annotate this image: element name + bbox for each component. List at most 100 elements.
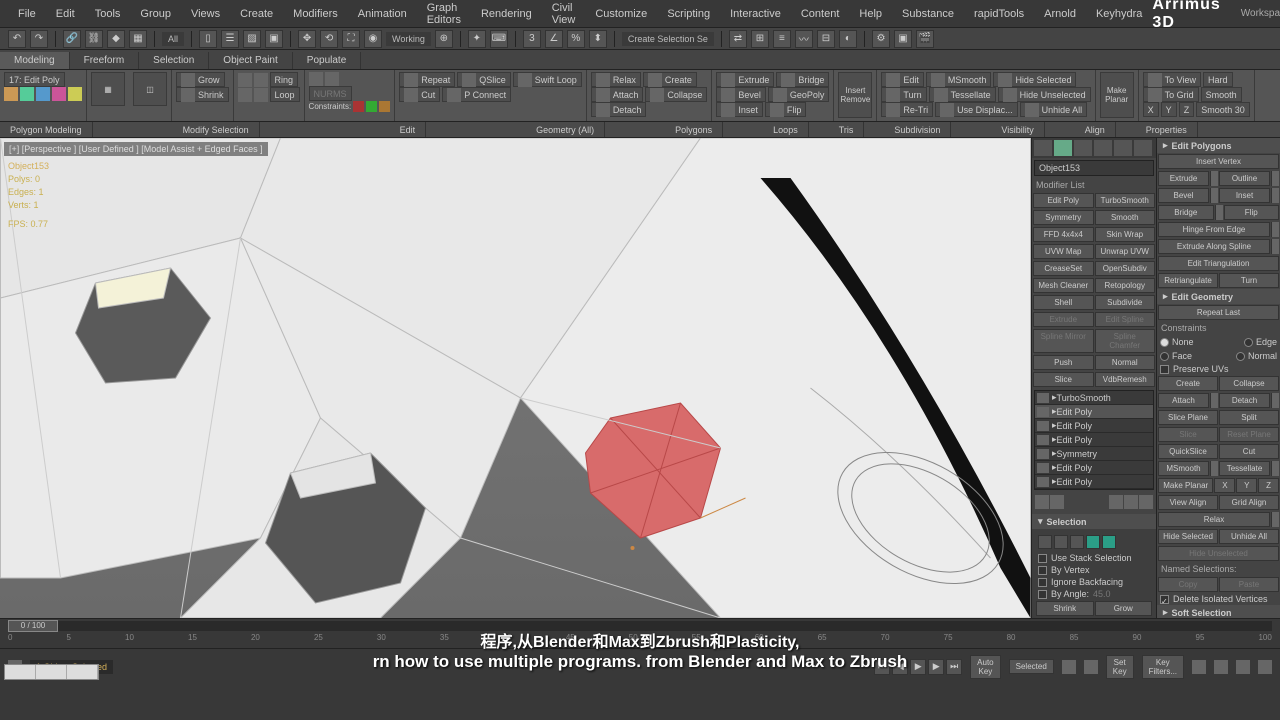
footer-properties[interactable]: Properties	[1136, 122, 1198, 137]
loop-button[interactable]: Loop	[270, 87, 300, 102]
hinge-button[interactable]: Hinge From Edge	[1158, 222, 1270, 237]
menu-help[interactable]: Help	[849, 4, 892, 24]
mb-symmetry[interactable]: Symmetry	[1033, 210, 1094, 225]
radio-face[interactable]	[1160, 352, 1169, 361]
mb-turbosmooth[interactable]: TurboSmooth	[1095, 193, 1156, 208]
qslice-button[interactable]: QSlice	[457, 72, 511, 87]
sel-edge-icon[interactable]	[1054, 535, 1068, 549]
footer-subdivision[interactable]: Subdivision	[884, 122, 951, 137]
nav-icon4[interactable]	[1258, 660, 1272, 674]
quickslice-button[interactable]: QuickSlice	[1158, 444, 1218, 459]
mb-push[interactable]: Push	[1033, 355, 1094, 370]
editpoly-dropdown[interactable]: 17: Edit Poly	[4, 72, 65, 87]
shrink-button[interactable]: Shrink	[176, 87, 229, 102]
to-grid-button[interactable]: To Grid	[1143, 87, 1199, 102]
eye-icon[interactable]	[1037, 449, 1049, 459]
mirror-button[interactable]: ⇄	[729, 30, 747, 48]
rotate-button[interactable]: ⟲	[320, 30, 338, 48]
menu-interactive[interactable]: Interactive	[720, 4, 791, 24]
radio-none[interactable]	[1160, 338, 1169, 347]
mb-creaseset[interactable]: CreaseSet	[1033, 261, 1094, 276]
preview-button[interactable]: ▦	[91, 72, 125, 106]
menu-create[interactable]: Create	[230, 4, 283, 24]
auto-key-button[interactable]: Auto Key	[970, 655, 1000, 679]
eg-detach-button[interactable]: Detach	[1219, 393, 1270, 408]
stack-editpoly4[interactable]: ▸ Edit Poly	[1035, 461, 1153, 475]
sel-border-icon[interactable]	[1070, 535, 1084, 549]
grow-button[interactable]: Grow	[176, 72, 225, 87]
hide-selected-button[interactable]: Hide Selected	[993, 72, 1076, 87]
geopoly-button[interactable]: GeoPoly	[768, 87, 830, 102]
remove-modifier-icon[interactable]	[1124, 495, 1138, 509]
ep-flip-button[interactable]: Flip	[1224, 205, 1280, 220]
footer-visibility[interactable]: Visibility	[991, 122, 1044, 137]
menu-rendering[interactable]: Rendering	[471, 4, 542, 24]
nurms-button[interactable]: NURMS	[309, 86, 352, 101]
eye-icon[interactable]	[1037, 477, 1049, 487]
ep-inset-button[interactable]: Inset	[1219, 188, 1270, 203]
eye-icon[interactable]	[1037, 463, 1049, 473]
mb-slice[interactable]: Slice	[1033, 372, 1094, 387]
filter-all-dropdown[interactable]: All	[162, 32, 184, 46]
nav-icon2[interactable]	[1214, 660, 1228, 674]
display-panel-tab[interactable]	[1114, 140, 1132, 156]
unhide-all-button[interactable]: Unhide All	[1020, 102, 1088, 117]
eye-icon[interactable]	[1037, 435, 1049, 445]
insert-vertex-button[interactable]: Insert Vertex	[1158, 154, 1279, 169]
viewport-label[interactable]: [+] [Perspective ] [User Defined ] [Mode…	[4, 142, 268, 156]
nav-icon3[interactable]	[1236, 660, 1250, 674]
menu-keyhydra[interactable]: Keyhydra	[1086, 4, 1152, 24]
schematic-view-button[interactable]: ⊟	[817, 30, 835, 48]
swiftloop-button[interactable]: Swift Loop	[513, 72, 582, 87]
mb-shell[interactable]: Shell	[1033, 295, 1094, 310]
select-name-button[interactable]: ☰	[221, 30, 239, 48]
menu-civilview[interactable]: Civil View	[542, 0, 586, 30]
stack-editpoly5[interactable]: ▸ Edit Poly	[1035, 475, 1153, 489]
constraint-edge-icon[interactable]	[366, 101, 377, 112]
configure-icon[interactable]	[1139, 495, 1153, 509]
footer-align[interactable]: Align	[1075, 122, 1116, 137]
vertex-mode-icon[interactable]	[4, 87, 18, 101]
stack-editpoly-active[interactable]: ▸ Edit Poly	[1035, 405, 1153, 419]
bind-button[interactable]: ◆	[107, 30, 125, 48]
footer-polygons[interactable]: Polygons	[665, 122, 723, 137]
flip-button[interactable]: Flip	[765, 102, 807, 117]
relax-button[interactable]: Relax	[591, 72, 641, 87]
pconnect-button[interactable]: P Connect	[442, 87, 511, 102]
reset-plane-button[interactable]: Reset Plane	[1219, 427, 1279, 442]
z-button[interactable]: Z	[1179, 102, 1195, 117]
ep-bridge-button[interactable]: Bridge	[1158, 205, 1214, 220]
undo-button[interactable]: ↶	[8, 30, 26, 48]
eg-msmooth-button[interactable]: MSmooth	[1158, 461, 1209, 476]
mb-subdivide[interactable]: Subdivide	[1095, 295, 1156, 310]
shrink-sel-button[interactable]: Shrink	[1036, 601, 1094, 616]
render-setup-button[interactable]: ⚙	[872, 30, 890, 48]
planar-y-button[interactable]: Y	[1236, 478, 1257, 493]
sel-polygon-icon[interactable]	[1086, 535, 1100, 549]
mb-extrude[interactable]: Extrude	[1033, 312, 1094, 327]
modify-panel-tab[interactable]	[1054, 140, 1072, 156]
menu-grapheditors[interactable]: Graph Editors	[417, 0, 471, 30]
preserve-uvs-check[interactable]: Preserve UVs	[1157, 363, 1280, 375]
eye-icon[interactable]	[1037, 393, 1049, 403]
menu-customize[interactable]: Customize	[585, 4, 657, 24]
menu-content[interactable]: Content	[791, 4, 850, 24]
menu-rapidtools[interactable]: rapidTools	[964, 4, 1034, 24]
mini-window-controls[interactable]	[4, 664, 99, 680]
cut-button[interactable]: Cut	[399, 87, 440, 102]
select-button[interactable]: ▯	[199, 30, 217, 48]
hierarchy-panel-tab[interactable]	[1074, 140, 1092, 156]
menu-edit[interactable]: Edit	[46, 4, 85, 24]
make-unique-icon[interactable]	[1109, 495, 1123, 509]
to-view-button[interactable]: To View	[1143, 72, 1201, 87]
constraint-none-icon[interactable]	[353, 101, 364, 112]
planar-z-button[interactable]: Z	[1258, 478, 1279, 493]
by-vertex-check[interactable]: By Vertex	[1035, 564, 1153, 576]
msmooth-rib-button[interactable]: MSmooth	[926, 72, 992, 87]
by-angle-check[interactable]: By Angle: 45.0	[1035, 588, 1153, 600]
stack-turbosmooth[interactable]: ▸ TurboSmooth	[1035, 391, 1153, 405]
eg-create-button[interactable]: Create	[1158, 376, 1218, 391]
eg-hide-unsel-button[interactable]: Hide Unselected	[1158, 546, 1279, 561]
mb-editpoly[interactable]: Edit Poly	[1033, 193, 1094, 208]
spinner-snap-toggle[interactable]: ⬍	[589, 30, 607, 48]
